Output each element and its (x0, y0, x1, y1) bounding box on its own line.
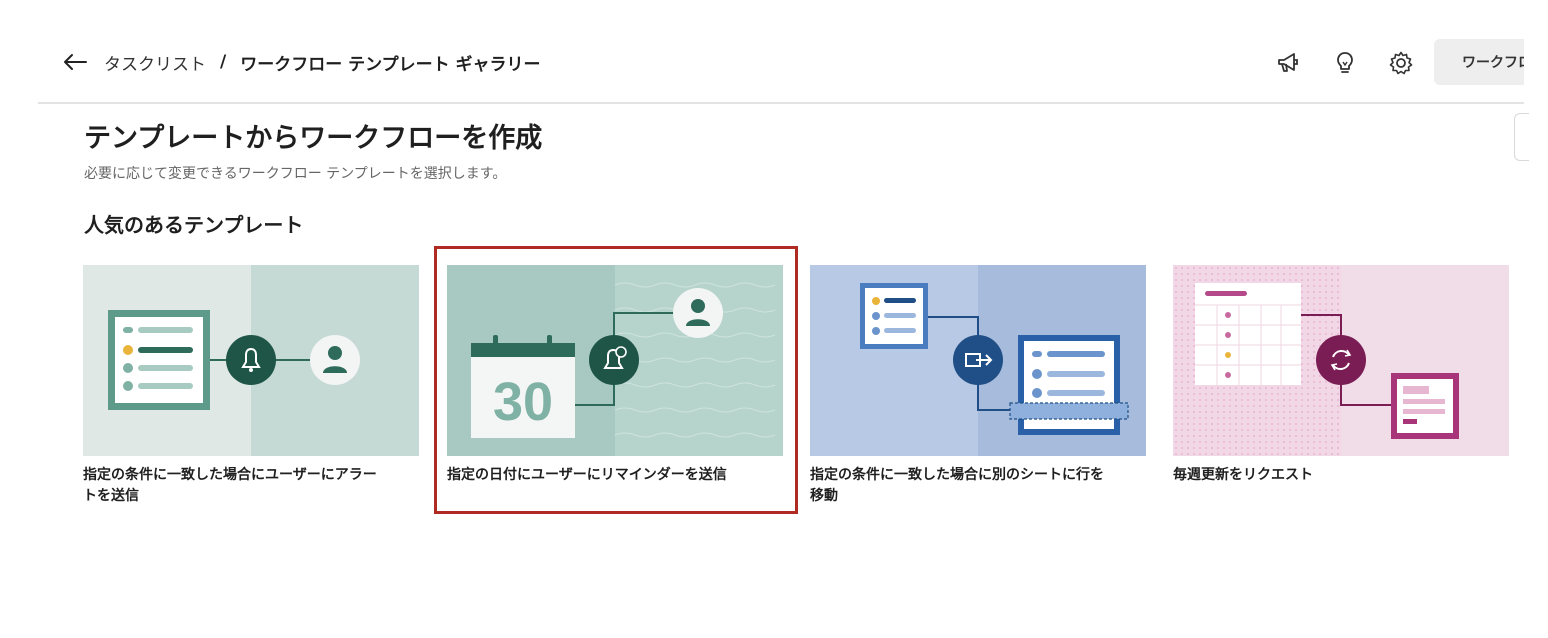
section-title: 人気のあるテンプレート (84, 213, 304, 237)
page-title: テンプレートからワークフローを作成 (84, 123, 543, 154)
page-subtitle: 必要に応じて変更できるワークフロー テンプレートを選択します。 (84, 166, 507, 182)
side-panel-tab[interactable] (1514, 113, 1529, 161)
breadcrumb: タスクリスト / ワークフロー テンプレート ギャラリー (104, 50, 541, 75)
template-card-move-row[interactable]: 指定の条件に一致した場合に別のシートに行を移動 (810, 265, 1146, 507)
gear-icon[interactable] (1387, 49, 1415, 77)
breadcrumb-current: ワークフロー テンプレート ギャラリー (240, 54, 541, 75)
lightbulb-icon[interactable] (1331, 49, 1359, 77)
top-header: タスクリスト / ワークフロー テンプレート ギャラリー ワークフロー (38, 22, 1524, 104)
breadcrumb-separator: / (220, 52, 227, 72)
arrow-left-icon[interactable] (62, 50, 88, 74)
template-illustration-move-row (810, 265, 1146, 456)
template-card-title: 毎週更新をリクエスト (1173, 467, 1313, 483)
template-card-title: 指定の日付にユーザーにリマインダーを送信 (447, 467, 727, 483)
template-illustration-reminder: 30 (447, 265, 783, 456)
create-workflow-button[interactable]: ワークフロー (1434, 39, 1524, 85)
template-card-title: 指定の条件に一致した場合にユーザーにアラートを送信 (83, 467, 377, 504)
template-illustration-weekly-update (1173, 265, 1509, 456)
template-illustration-alert (83, 265, 419, 456)
template-card-reminder[interactable]: 30 指定の日付にユーザーにリマインダーを送信 (447, 265, 783, 486)
template-card-weekly-update[interactable]: 毎週更新をリクエスト (1173, 265, 1509, 486)
megaphone-icon[interactable] (1274, 49, 1302, 77)
calendar-date-number: 30 (493, 372, 553, 432)
breadcrumb-parent-link[interactable]: タスクリスト (104, 50, 206, 75)
template-card-alert[interactable]: 指定の条件に一致した場合にユーザーにアラートを送信 (83, 265, 419, 507)
template-card-title: 指定の条件に一致した場合に別のシートに行を移動 (810, 467, 1104, 504)
